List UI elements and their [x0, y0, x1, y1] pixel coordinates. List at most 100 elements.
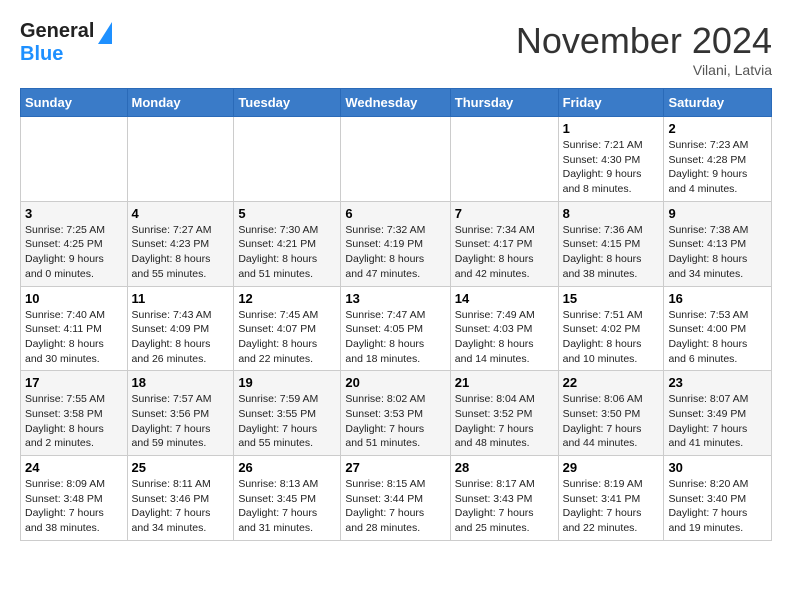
week-row-1: 1 Sunrise: 7:21 AM Sunset: 4:30 PM Daylig… — [21, 117, 772, 202]
day-cell: 20 Sunrise: 8:02 AM Sunset: 3:53 PM Dayli… — [341, 371, 450, 456]
day-info: Sunrise: 7:32 AM Sunset: 4:19 PM Dayligh… — [345, 223, 445, 282]
day-info: Sunrise: 7:43 AM Sunset: 4:09 PM Dayligh… — [132, 308, 230, 367]
day-cell: 6 Sunrise: 7:32 AM Sunset: 4:19 PM Daylig… — [341, 201, 450, 286]
day-cell — [127, 117, 234, 202]
day-info: Sunrise: 8:07 AM Sunset: 3:49 PM Dayligh… — [668, 392, 767, 451]
day-info: Sunrise: 7:23 AM Sunset: 4:28 PM Dayligh… — [668, 138, 767, 197]
day-info: Sunrise: 7:53 AM Sunset: 4:00 PM Dayligh… — [668, 308, 767, 367]
day-cell: 11 Sunrise: 7:43 AM Sunset: 4:09 PM Dayli… — [127, 286, 234, 371]
day-number: 12 — [238, 291, 336, 306]
day-info: Sunrise: 7:34 AM Sunset: 4:17 PM Dayligh… — [455, 223, 554, 282]
day-number: 21 — [455, 375, 554, 390]
week-row-5: 24 Sunrise: 8:09 AM Sunset: 3:48 PM Dayli… — [21, 456, 772, 541]
day-number: 9 — [668, 206, 767, 221]
day-number: 11 — [132, 291, 230, 306]
day-of-week-tuesday: Tuesday — [234, 89, 341, 117]
day-cell: 24 Sunrise: 8:09 AM Sunset: 3:48 PM Dayli… — [21, 456, 128, 541]
day-cell: 26 Sunrise: 8:13 AM Sunset: 3:45 PM Dayli… — [234, 456, 341, 541]
day-number: 1 — [563, 121, 660, 136]
day-number: 6 — [345, 206, 445, 221]
day-info: Sunrise: 7:55 AM Sunset: 3:58 PM Dayligh… — [25, 392, 123, 451]
day-of-week-wednesday: Wednesday — [341, 89, 450, 117]
day-info: Sunrise: 7:21 AM Sunset: 4:30 PM Dayligh… — [563, 138, 660, 197]
day-info: Sunrise: 7:49 AM Sunset: 4:03 PM Dayligh… — [455, 308, 554, 367]
day-cell: 23 Sunrise: 8:07 AM Sunset: 3:49 PM Dayli… — [664, 371, 772, 456]
day-info: Sunrise: 7:51 AM Sunset: 4:02 PM Dayligh… — [563, 308, 660, 367]
calendar: SundayMondayTuesdayWednesdayThursdayFrid… — [20, 88, 772, 541]
day-info: Sunrise: 7:59 AM Sunset: 3:55 PM Dayligh… — [238, 392, 336, 451]
day-number: 13 — [345, 291, 445, 306]
day-cell: 12Sunrise: 7:45 AM Sunset: 4:07 PM Dayli… — [234, 286, 341, 371]
month-title: November 2024 — [516, 20, 772, 62]
logo-blue: Blue — [20, 43, 63, 66]
logo-general: General — [20, 20, 94, 43]
day-of-week-sunday: Sunday — [21, 89, 128, 117]
day-number: 17 — [25, 375, 123, 390]
day-info: Sunrise: 7:27 AM Sunset: 4:23 PM Dayligh… — [132, 223, 230, 282]
day-info: Sunrise: 8:19 AM Sunset: 3:41 PM Dayligh… — [563, 477, 660, 536]
calendar-header: SundayMondayTuesdayWednesdayThursdayFrid… — [21, 89, 772, 117]
day-cell: 15 Sunrise: 7:51 AM Sunset: 4:02 PM Dayli… — [558, 286, 664, 371]
day-cell: 22Sunrise: 8:06 AM Sunset: 3:50 PM Dayli… — [558, 371, 664, 456]
day-of-week-friday: Friday — [558, 89, 664, 117]
day-number: 5 — [238, 206, 336, 221]
day-cell: 19Sunrise: 7:59 AM Sunset: 3:55 PM Dayli… — [234, 371, 341, 456]
day-cell: 1 Sunrise: 7:21 AM Sunset: 4:30 PM Daylig… — [558, 117, 664, 202]
day-cell: 27 Sunrise: 8:15 AM Sunset: 3:44 PM Dayli… — [341, 456, 450, 541]
day-number: 23 — [668, 375, 767, 390]
day-cell — [234, 117, 341, 202]
day-number: 3 — [25, 206, 123, 221]
day-info: Sunrise: 7:25 AM Sunset: 4:25 PM Dayligh… — [25, 223, 123, 282]
day-info: Sunrise: 8:13 AM Sunset: 3:45 PM Dayligh… — [238, 477, 336, 536]
day-number: 2 — [668, 121, 767, 136]
day-info: Sunrise: 8:11 AM Sunset: 3:46 PM Dayligh… — [132, 477, 230, 536]
day-cell: 25 Sunrise: 8:11 AM Sunset: 3:46 PM Dayli… — [127, 456, 234, 541]
week-row-4: 17 Sunrise: 7:55 AM Sunset: 3:58 PM Dayli… — [21, 371, 772, 456]
day-number: 16 — [668, 291, 767, 306]
day-number: 14 — [455, 291, 554, 306]
day-cell: 10Sunrise: 7:40 AM Sunset: 4:11 PM Dayli… — [21, 286, 128, 371]
header: General Blue November 2024 Vilani, Latvi… — [20, 20, 772, 78]
day-number: 18 — [132, 375, 230, 390]
day-cell — [21, 117, 128, 202]
day-info: Sunrise: 7:40 AM Sunset: 4:11 PM Dayligh… — [25, 308, 123, 367]
day-cell: 5 Sunrise: 7:30 AM Sunset: 4:21 PM Daylig… — [234, 201, 341, 286]
day-cell: 14 Sunrise: 7:49 AM Sunset: 4:03 PM Dayli… — [450, 286, 558, 371]
day-number: 20 — [345, 375, 445, 390]
title-section: November 2024 Vilani, Latvia — [516, 20, 772, 78]
day-cell: 16 Sunrise: 7:53 AM Sunset: 4:00 PM Dayli… — [664, 286, 772, 371]
day-of-week-saturday: Saturday — [664, 89, 772, 117]
day-number: 8 — [563, 206, 660, 221]
day-info: Sunrise: 8:15 AM Sunset: 3:44 PM Dayligh… — [345, 477, 445, 536]
day-cell: 18Sunrise: 7:57 AM Sunset: 3:56 PM Dayli… — [127, 371, 234, 456]
day-info: Sunrise: 8:02 AM Sunset: 3:53 PM Dayligh… — [345, 392, 445, 451]
day-number: 25 — [132, 460, 230, 475]
day-cell: 28Sunrise: 8:17 AM Sunset: 3:43 PM Dayli… — [450, 456, 558, 541]
day-number: 30 — [668, 460, 767, 475]
day-number: 24 — [25, 460, 123, 475]
day-cell: 7Sunrise: 7:34 AM Sunset: 4:17 PM Daylig… — [450, 201, 558, 286]
day-info: Sunrise: 8:09 AM Sunset: 3:48 PM Dayligh… — [25, 477, 123, 536]
day-info: Sunrise: 7:36 AM Sunset: 4:15 PM Dayligh… — [563, 223, 660, 282]
day-cell: 3 Sunrise: 7:25 AM Sunset: 4:25 PM Daylig… — [21, 201, 128, 286]
day-info: Sunrise: 7:47 AM Sunset: 4:05 PM Dayligh… — [345, 308, 445, 367]
logo: General Blue — [20, 20, 112, 66]
day-cell: 4Sunrise: 7:27 AM Sunset: 4:23 PM Daylig… — [127, 201, 234, 286]
calendar-body: 1 Sunrise: 7:21 AM Sunset: 4:30 PM Daylig… — [21, 117, 772, 541]
day-cell: 13 Sunrise: 7:47 AM Sunset: 4:05 PM Dayli… — [341, 286, 450, 371]
day-info: Sunrise: 7:30 AM Sunset: 4:21 PM Dayligh… — [238, 223, 336, 282]
day-info: Sunrise: 8:17 AM Sunset: 3:43 PM Dayligh… — [455, 477, 554, 536]
day-cell — [341, 117, 450, 202]
day-cell: 9 Sunrise: 7:38 AM Sunset: 4:13 PM Daylig… — [664, 201, 772, 286]
day-number: 26 — [238, 460, 336, 475]
logo-name: General — [20, 20, 112, 43]
day-cell: 21Sunrise: 8:04 AM Sunset: 3:52 PM Dayli… — [450, 371, 558, 456]
day-of-week-monday: Monday — [127, 89, 234, 117]
week-row-2: 3 Sunrise: 7:25 AM Sunset: 4:25 PM Daylig… — [21, 201, 772, 286]
day-cell: 2 Sunrise: 7:23 AM Sunset: 4:28 PM Daylig… — [664, 117, 772, 202]
day-of-week-thursday: Thursday — [450, 89, 558, 117]
day-number: 27 — [345, 460, 445, 475]
day-number: 15 — [563, 291, 660, 306]
day-info: Sunrise: 7:38 AM Sunset: 4:13 PM Dayligh… — [668, 223, 767, 282]
day-number: 29 — [563, 460, 660, 475]
